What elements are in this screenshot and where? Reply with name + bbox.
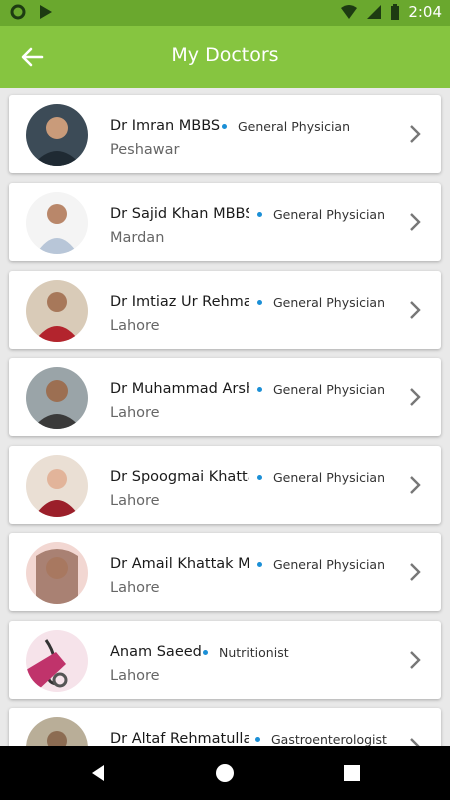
doctor-city: Lahore [110,405,160,421]
separator-dot [257,212,262,217]
separator-dot [257,562,262,567]
doctor-city: Lahore [110,493,160,509]
doctor-city: Mardan [110,230,165,246]
doctor-avatar [26,630,88,692]
status-time: 2:04 [408,3,442,21]
doctor-city: Peshawar [110,142,180,158]
doctor-city: Lahore [110,580,160,596]
doctor-card[interactable]: Dr Imtiaz Ur Rehman General Physician La… [9,271,441,349]
nav-back-icon[interactable] [86,761,110,785]
sync-circle-icon [10,4,26,20]
status-bar: 2:04 [0,0,450,26]
chevron-right-icon [410,476,421,494]
separator-dot [203,650,208,655]
doctor-avatar [26,280,88,342]
doctor-card[interactable]: Dr Altaf Rehmatullah Gastroenterologist [9,708,441,746]
doctor-specialty: General Physician [273,557,386,572]
doctor-avatar [26,367,88,429]
play-store-icon [40,5,52,19]
doctor-specialty: Nutritionist [219,645,289,660]
separator-dot [257,300,262,305]
separator-dot [257,475,262,480]
battery-icon [391,3,400,20]
doctor-name: Dr Imtiaz Ur Rehman [110,294,249,310]
system-nav-bar [0,746,450,800]
doctor-city: Lahore [110,668,160,684]
wifi-icon [341,5,358,19]
chevron-right-icon [410,213,421,231]
doctor-name: Dr Amail Khattak MB [110,556,249,572]
doctor-avatar [26,717,88,746]
doctor-name: Dr Spoogmai Khattak [110,469,249,485]
doctor-card[interactable]: Anam Saeed Nutritionist Lahore [9,621,441,699]
doctor-card[interactable]: Dr Amail Khattak MB General Physician La… [9,533,441,611]
doctor-list: Dr Imran MBBS General Physician Peshawar… [0,88,450,746]
nav-recents-icon[interactable] [340,761,364,785]
doctor-card[interactable]: Dr Muhammad Arsha General Physician Laho… [9,358,441,436]
doctor-specialty: General Physician [273,295,386,310]
separator-dot [222,124,227,129]
chevron-right-icon [410,125,421,143]
separator-dot [255,737,260,742]
doctor-name: Dr Sajid Khan MBBS I [110,206,249,222]
doctor-specialty: Gastroenterologist [271,732,387,746]
doctor-specialty: General Physician [273,382,386,397]
doctor-avatar [26,542,88,604]
separator-dot [257,387,262,392]
doctor-name: Dr Muhammad Arsha [110,381,249,397]
doctor-avatar [26,104,88,166]
chevron-right-icon [410,388,421,406]
doctor-name: Dr Imran MBBS [110,118,221,134]
doctor-avatar [26,192,88,254]
page-title: My Doctors [171,44,279,66]
app-bar: My Doctors [0,26,450,88]
chevron-right-icon [410,301,421,319]
doctor-specialty: General Physician [273,470,386,485]
doctor-card[interactable]: Dr Spoogmai Khattak General Physician La… [9,446,441,524]
doctor-city: Lahore [110,318,160,334]
doctor-avatar [26,455,88,517]
chevron-right-icon [410,651,421,669]
nav-home-icon[interactable] [213,761,237,785]
doctor-specialty: General Physician [273,207,386,222]
doctor-specialty: General Physician [238,119,351,134]
chevron-right-icon [410,738,420,746]
chevron-right-icon [410,563,421,581]
doctor-card[interactable]: Dr Sajid Khan MBBS I General Physician M… [9,183,441,261]
signal-icon [367,5,382,19]
doctor-name: Dr Altaf Rehmatullah [110,731,249,746]
doctor-card[interactable]: Dr Imran MBBS General Physician Peshawar [9,95,441,173]
